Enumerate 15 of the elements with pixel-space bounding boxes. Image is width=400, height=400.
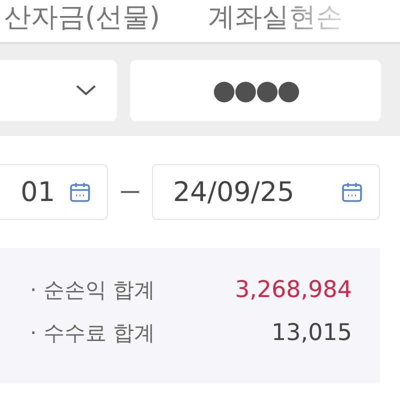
- tab[interactable]: 계좌실현손: [208, 0, 344, 42]
- summary-value: 13,015: [272, 320, 352, 346]
- dash-separator: [121, 191, 139, 193]
- calendar-icon[interactable]: [69, 181, 91, 203]
- tab[interactable]: 산자금(선물): [4, 0, 160, 42]
- password-field[interactable]: ●●●●: [130, 60, 381, 120]
- chevron-down-icon: [75, 84, 97, 96]
- end-date-field[interactable]: 24/09/25: [152, 164, 380, 220]
- summary-label: · 수수료 합계: [30, 320, 156, 347]
- date-text: 24/09/25: [173, 176, 294, 208]
- summary-label: · 순손익 합계: [30, 277, 156, 304]
- date-text: 01: [20, 176, 55, 208]
- start-date-field[interactable]: 01: [0, 164, 108, 220]
- calendar-icon[interactable]: [341, 181, 363, 203]
- summary-value: 3,268,984: [234, 277, 352, 303]
